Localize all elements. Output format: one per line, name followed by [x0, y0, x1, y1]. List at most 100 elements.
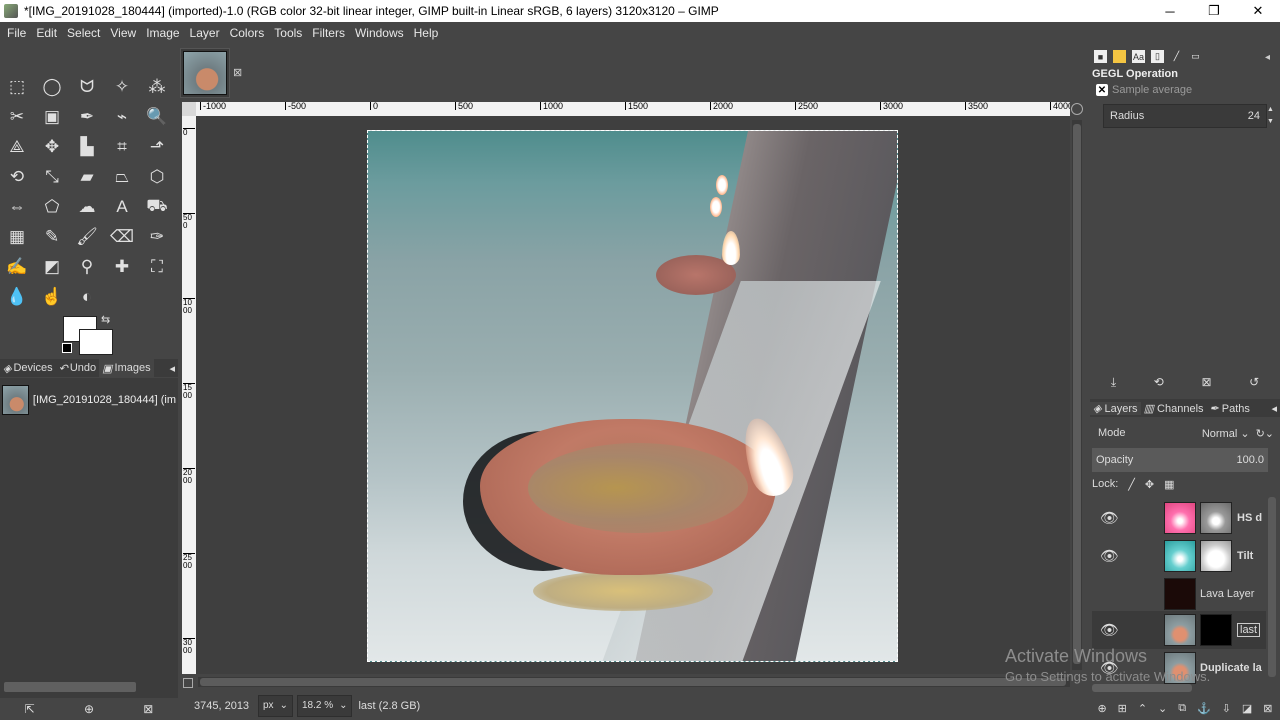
radius-spinner[interactable]: ▲ ▼	[1267, 104, 1276, 128]
close-tab-icon[interactable]: ⊠	[233, 66, 242, 79]
dodge-burn-icon[interactable]: ◐	[72, 282, 102, 312]
menu-tools[interactable]: Tools	[269, 26, 307, 40]
align-icon[interactable]: ▙	[72, 132, 102, 162]
tab-menu-icon[interactable]: ◂	[1268, 402, 1280, 415]
brushes-tab-icon[interactable]	[1113, 50, 1126, 63]
tab-undo[interactable]: ↶ Undo	[56, 362, 100, 375]
delete-image-icon[interactable]: ⊠	[143, 702, 153, 716]
rect-select-icon[interactable]: ⬚	[2, 72, 32, 102]
menu-edit[interactable]: Edit	[31, 26, 62, 40]
pencil-tab-icon[interactable]: ╱	[1170, 50, 1183, 63]
layer-row[interactable]: 👁 Duplicate la	[1092, 649, 1266, 687]
zoom-image-when-window-size-changes-icon[interactable]	[1071, 103, 1083, 115]
swap-colors-icon[interactable]: ⇆	[101, 313, 110, 326]
dock-menu-icon[interactable]: ◂	[1265, 52, 1270, 63]
tab-images[interactable]: ▣ Images	[99, 359, 154, 377]
foreground-select-icon[interactable]: ▣	[37, 102, 67, 132]
background-color-swatch[interactable]	[79, 329, 113, 355]
crop-icon[interactable]: ⌗	[107, 132, 137, 162]
scissors-icon[interactable]: ✂	[2, 102, 32, 132]
paths-icon[interactable]: ✒	[72, 102, 102, 132]
close-button[interactable]: ✕	[1236, 0, 1280, 22]
menu-windows[interactable]: Windows	[350, 26, 409, 40]
merge-layer-icon[interactable]: ⇩	[1222, 702, 1231, 715]
menu-select[interactable]: Select	[62, 26, 105, 40]
layer-row[interactable]: Lava Layer	[1092, 575, 1266, 613]
document-tab-icon[interactable]: ▯	[1151, 50, 1164, 63]
pencil-icon[interactable]: ✎	[37, 222, 67, 252]
delete-options-icon[interactable]: ⊠	[1201, 375, 1211, 389]
tab-devices[interactable]: ◈ Devices	[0, 362, 56, 375]
select-by-color-icon[interactable]: ⁂	[142, 72, 172, 102]
perspective-icon[interactable]: ⏢	[107, 162, 137, 192]
layer-name[interactable]: last	[1237, 623, 1261, 637]
zoom-select[interactable]: 18.2 % ⌄	[296, 694, 353, 717]
radius-field[interactable]: Radius 24	[1103, 104, 1267, 128]
delete-layer-icon[interactable]: ⊠	[1263, 702, 1272, 715]
visibility-eye-icon[interactable]: 👁	[1100, 621, 1119, 639]
ink-icon[interactable]: ✍	[2, 252, 32, 282]
fonts-tab-icon[interactable]: Aa	[1132, 50, 1145, 63]
warp-icon[interactable]: ⇔	[2, 192, 32, 222]
mode-select[interactable]: Normal ⌄	[1202, 427, 1250, 440]
lock-position-icon[interactable]: ✥	[1145, 478, 1154, 491]
maximize-button[interactable]: ❐	[1192, 0, 1236, 22]
horizontal-ruler[interactable]: -1000 -500 0 500 1000 1500 2000 2500 3000 3500 400…	[196, 102, 1070, 116]
vertical-scroll-thumb[interactable]	[1073, 124, 1081, 664]
3d-transform-icon[interactable]: ⬡	[142, 162, 172, 192]
measure-icon[interactable]: ⟁	[2, 132, 32, 162]
unit-select[interactable]: px ⌄	[258, 694, 293, 717]
tab-menu-icon[interactable]: ◂	[166, 362, 178, 375]
gradient-icon[interactable]: ▦	[2, 222, 32, 252]
menu-colors[interactable]: Colors	[225, 26, 270, 40]
image-tab[interactable]	[180, 48, 230, 98]
list-item[interactable]: [IMG_20191028_180444] (im	[2, 382, 176, 418]
anchor-layer-icon[interactable]: ⚓	[1197, 702, 1211, 715]
menu-image[interactable]: Image	[141, 26, 184, 40]
visibility-eye-icon[interactable]: 👁	[1100, 659, 1119, 677]
menu-help[interactable]: Help	[409, 26, 444, 40]
vertical-scrollbar[interactable]	[1072, 120, 1082, 670]
minimize-button[interactable]: ─	[1148, 0, 1192, 22]
tab-channels[interactable]: ▥ Channels	[1141, 402, 1207, 415]
layers-vertical-scrollbar[interactable]	[1268, 497, 1276, 677]
layer-row[interactable]: 👁 Tilt	[1092, 537, 1266, 575]
quick-mask-toggle[interactable]	[182, 102, 196, 116]
eraser-icon[interactable]: ⌫	[107, 222, 137, 252]
shear-icon[interactable]: ▰	[72, 162, 102, 192]
duplicate-layer-icon[interactable]: ⧉	[1178, 702, 1186, 715]
reset-options-icon[interactable]: ↺	[1249, 375, 1259, 389]
fuzzy-select-icon[interactable]: ✧	[107, 72, 137, 102]
lock-pixels-icon[interactable]: ╱	[1128, 478, 1135, 491]
restore-options-icon[interactable]: ⟲	[1154, 375, 1164, 389]
default-colors-icon[interactable]	[62, 343, 72, 353]
paintbrush-icon[interactable]: 🖌	[72, 222, 102, 252]
visibility-eye-icon[interactable]: 👁	[1100, 547, 1119, 565]
new-layer-group-icon[interactable]: ⊞	[1118, 702, 1127, 715]
text-icon[interactable]: A	[107, 192, 137, 222]
mypaint-brush-icon[interactable]: ◩	[37, 252, 67, 282]
switch-mode-icon[interactable]: ↻⌄	[1256, 427, 1274, 440]
color-picker-icon[interactable]: ⌁	[107, 102, 137, 132]
unified-transform-icon[interactable]: ⬏	[142, 132, 172, 162]
navigate-icon[interactable]	[183, 678, 193, 688]
bucket-fill-icon[interactable]: ⛟	[142, 192, 172, 222]
layers-horizontal-scrollbar[interactable]	[1092, 684, 1192, 692]
display-tab-icon[interactable]: ▭	[1189, 50, 1202, 63]
clone-icon[interactable]: ⚲	[72, 252, 102, 282]
menu-file[interactable]: File	[2, 26, 31, 40]
cage-icon[interactable]: ⬠	[37, 192, 67, 222]
blur-icon[interactable]: 💧	[2, 282, 32, 312]
lower-layer-icon[interactable]: ⌄	[1158, 702, 1167, 715]
visibility-eye-icon[interactable]: 👁	[1100, 509, 1119, 527]
new-display-icon[interactable]: ⊕	[84, 702, 94, 716]
smudge-icon[interactable]: ☝	[37, 282, 67, 312]
menu-layer[interactable]: Layer	[185, 26, 225, 40]
smudge-warp-icon[interactable]: ☁	[72, 192, 102, 222]
menu-filters[interactable]: Filters	[307, 26, 350, 40]
images-horizontal-scrollbar[interactable]	[4, 682, 136, 692]
vertical-ruler[interactable]: 0 500 1000 1500 2000 2500 3000	[182, 116, 196, 674]
zoom-icon[interactable]: 🔍	[142, 102, 172, 132]
raise-view-icon[interactable]: ⇱	[25, 702, 35, 716]
free-select-icon[interactable]: ᗢ	[72, 72, 102, 102]
